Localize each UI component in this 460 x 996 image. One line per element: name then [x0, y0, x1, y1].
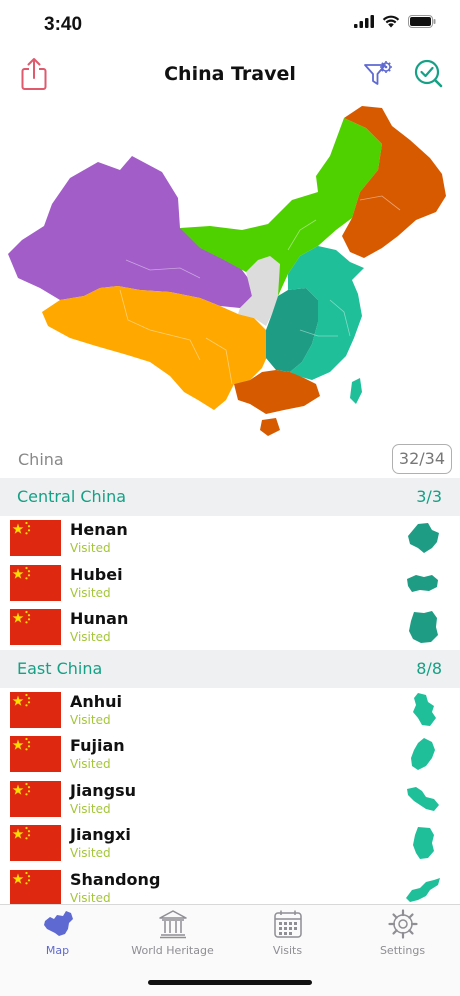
province-name: Henan [70, 520, 128, 539]
status-icons [354, 15, 436, 28]
tab-label: Settings [379, 944, 426, 957]
province-name: Shandong [70, 869, 161, 889]
anhui-shape-icon [413, 692, 436, 726]
china-map-icon [43, 911, 73, 936]
visit-status: Visited [70, 630, 111, 644]
tab-settings[interactable]: Settings [345, 909, 460, 957]
section-title: Central China [17, 487, 127, 506]
tab-world-heritage[interactable]: World Heritage [115, 909, 230, 957]
list-item-fujian[interactable]: Fujian Visited [0, 732, 460, 777]
henan-shape-icon [408, 523, 439, 553]
china-flag-icon [10, 780, 61, 817]
battery-icon [408, 15, 436, 28]
china-flag-icon [10, 691, 61, 728]
tab-label: World Heritage [131, 944, 214, 957]
region-taiwan[interactable] [350, 378, 362, 404]
fujian-shape-icon [411, 738, 435, 770]
hunan-shape-icon [409, 611, 438, 643]
calendar-icon [273, 910, 302, 938]
tab-label: Visits [272, 944, 303, 957]
visit-status: Visited [70, 712, 111, 727]
list-item-anhui[interactable]: Anhui Visited [0, 688, 460, 733]
province-name: Fujian [70, 736, 125, 755]
list-item-hunan[interactable]: Hunan Visited [0, 605, 460, 650]
status-time: 3:40 [44, 14, 83, 35]
china-flag-icon [10, 520, 61, 556]
section-header-central-china: Central China 3/3 [0, 478, 460, 516]
china-flag-icon [10, 869, 61, 904]
section-count: 8/8 [416, 658, 442, 678]
province-name: Hubei [70, 564, 123, 584]
temple-icon [158, 910, 187, 939]
visit-status: Visited [70, 541, 111, 555]
list-item-jiangsu[interactable]: Jiangsu Visited [0, 777, 460, 822]
list-item-shandong[interactable]: Shandong Visited [0, 866, 460, 905]
china-flag-icon [10, 825, 61, 861]
country-count-badge: 32/34 [391, 444, 452, 474]
filter-settings-button[interactable] [362, 56, 394, 94]
gear-icon [387, 909, 418, 939]
filter-gear-icon [364, 61, 392, 85]
list-item-jiangxi[interactable]: Jiangxi Visited [0, 821, 460, 866]
china-flag-icon [10, 564, 61, 601]
china-map[interactable] [0, 100, 460, 440]
home-indicator [148, 980, 312, 985]
visit-status: Visited [70, 585, 111, 600]
status-bar: 3:40 [0, 0, 460, 50]
section-title: East China [17, 658, 103, 678]
country-row[interactable]: China 32/34 [0, 440, 460, 478]
tab-map[interactable]: Map [0, 909, 115, 957]
visit-status: Visited [70, 846, 111, 860]
tab-label: Map [45, 944, 70, 957]
wifi-icon [382, 15, 400, 28]
check-search-icon [414, 59, 443, 88]
section-count: 3/3 [416, 487, 442, 506]
list-item-henan[interactable]: Henan Visited [0, 516, 460, 561]
tab-visits[interactable]: Visits [230, 909, 345, 957]
province-name: Jiangxi [70, 825, 131, 844]
china-map-svg [8, 106, 446, 436]
shandong-shape-icon [406, 877, 440, 902]
region-hainan[interactable] [260, 418, 280, 436]
check-search-button[interactable] [412, 56, 446, 94]
section-header-east-china: East China 8/8 [0, 649, 460, 688]
signal-icon [354, 15, 374, 28]
province-list[interactable]: Central China 3/3 Henan Visited Hubei Vi… [0, 478, 460, 904]
visit-status: Visited [70, 757, 111, 771]
province-name: Jiangsu [70, 780, 136, 800]
list-item-hubei[interactable]: Hubei Visited [0, 561, 460, 606]
jiangsu-shape-icon [407, 786, 439, 811]
hubei-shape-icon [407, 574, 438, 592]
china-flag-icon [10, 609, 61, 645]
province-name: Anhui [70, 691, 123, 711]
visit-status: Visited [70, 890, 111, 905]
nav-bar: China Travel [0, 50, 460, 100]
china-flag-icon [10, 736, 61, 772]
jiangxi-shape-icon [413, 827, 434, 859]
province-name: Hunan [70, 609, 129, 628]
country-name: China [18, 450, 64, 469]
visit-status: Visited [70, 801, 111, 816]
